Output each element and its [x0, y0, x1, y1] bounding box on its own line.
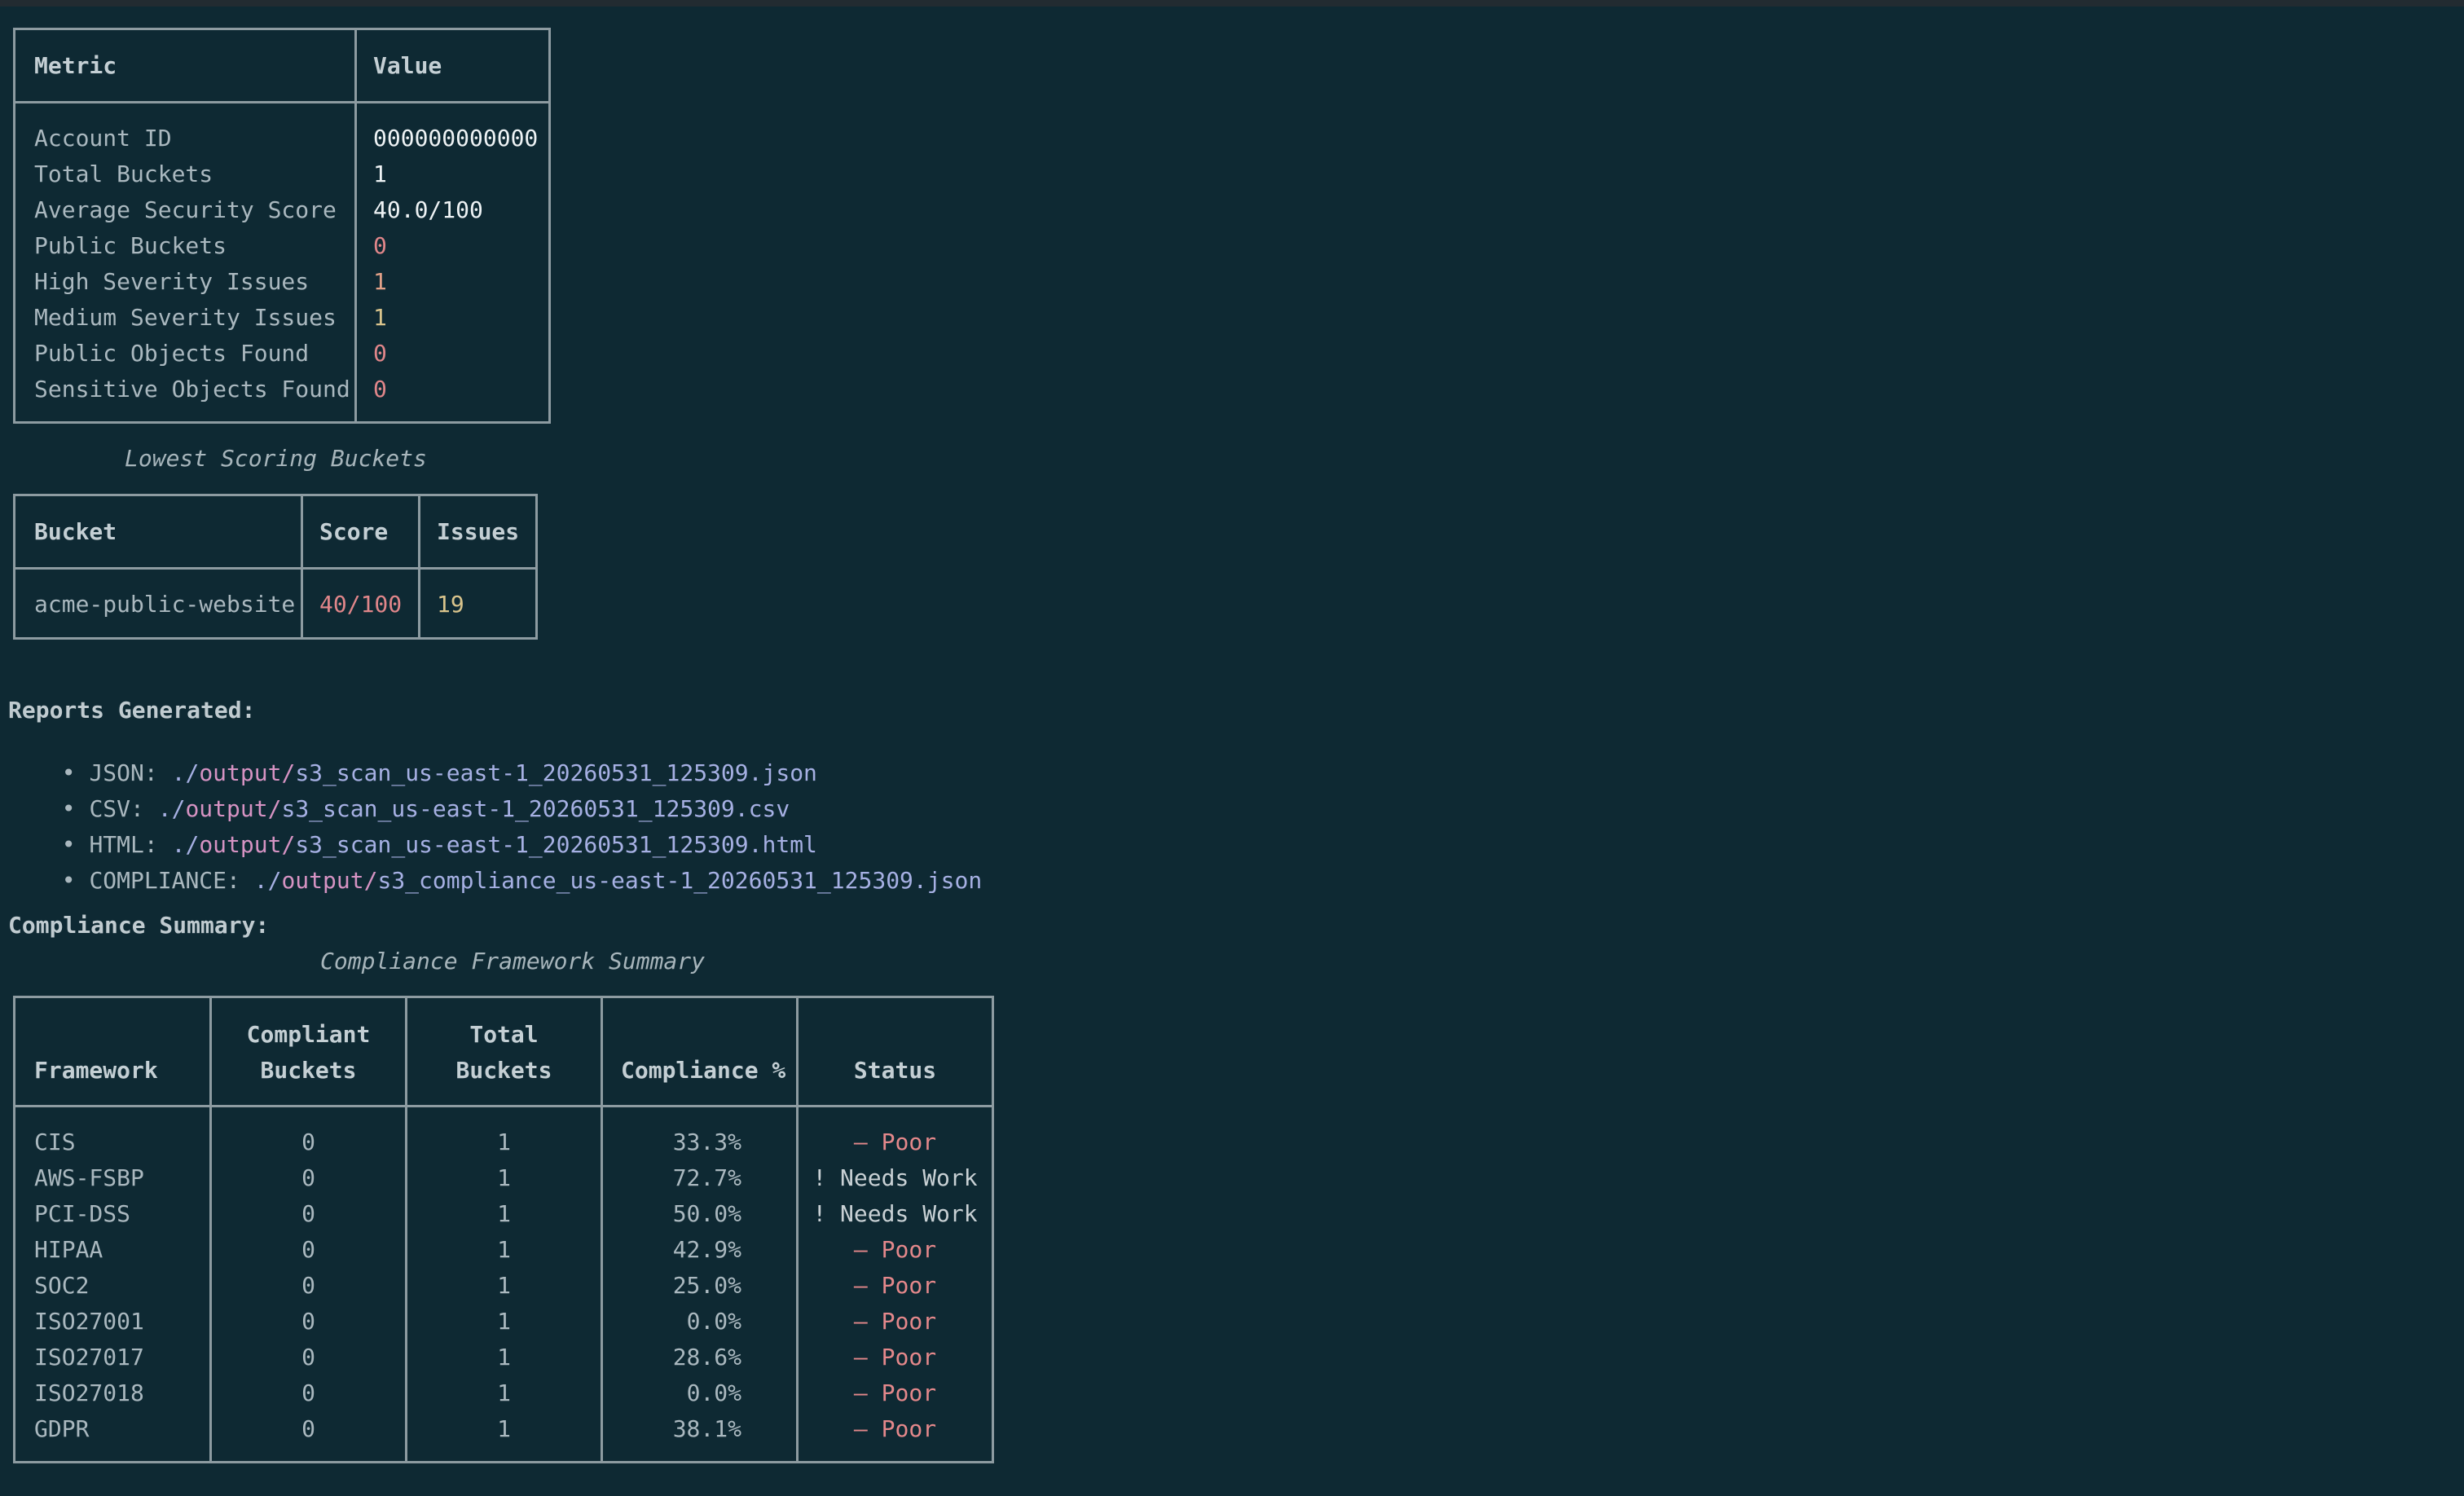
status-text: – Poor — [853, 1415, 937, 1442]
total-count: 1 — [497, 1415, 511, 1442]
report-item-compliance: • COMPLIANCE: ./output/s3_compliance_us-… — [34, 840, 982, 894]
framework-name: GDPR — [34, 1415, 90, 1442]
compliance-percent: 50.0% — [672, 1200, 741, 1227]
total-count: 1 — [497, 1308, 511, 1335]
summary-row-label: High Severity Issues — [34, 268, 310, 295]
total-count: 1 — [497, 1379, 511, 1406]
compliance-percent: 0.0% — [686, 1379, 741, 1406]
compliant-count: 0 — [301, 1415, 315, 1442]
summary-row-label: Public Objects Found — [34, 340, 310, 367]
lowest-header-score: Score — [319, 518, 389, 545]
summary-header-metric: Metric — [34, 52, 117, 79]
summary-header-divider — [15, 101, 548, 103]
summary-row-value: 1 — [373, 161, 387, 187]
compliant-count: 0 — [301, 1236, 315, 1263]
summary-column-divider — [354, 30, 357, 421]
compliance-percent: 33.3% — [672, 1129, 741, 1155]
lowest-caption: Lowest Scoring Buckets — [125, 445, 427, 472]
lowest-header-bucket: Bucket — [34, 518, 117, 545]
summary-row-label: Account ID — [34, 125, 172, 152]
compliant-count: 0 — [301, 1379, 315, 1406]
compliance-header-compliant: Compliant — [246, 1021, 371, 1048]
lowest-header-issues: Issues — [437, 518, 520, 545]
total-count: 1 — [497, 1129, 511, 1155]
reports-title: Reports Generated: — [8, 697, 256, 724]
lowest-row-issues: 19 — [437, 591, 464, 618]
framework-name: AWS-FSBP — [34, 1164, 144, 1191]
compliance-percent: 72.7% — [672, 1164, 741, 1191]
summary-row-label: Sensitive Objects Found — [34, 376, 350, 403]
compliant-count: 0 — [301, 1164, 315, 1191]
summary-row-value: 1 — [373, 268, 387, 295]
framework-name: CIS — [34, 1129, 76, 1155]
terminal-top-edge — [0, 0, 2464, 7]
bullet: • — [61, 867, 76, 894]
summary-table: Metric Value Account ID 000000000000 Tot… — [13, 28, 551, 424]
summary-row-value: 1 — [373, 304, 387, 331]
compliance-percent: 25.0% — [672, 1272, 741, 1299]
summary-row-value: 000000000000 — [373, 125, 539, 152]
compliance-header-total: Total — [469, 1021, 539, 1048]
compliance-header-percent: Compliance % — [621, 1057, 786, 1084]
status-text: – Poor — [853, 1236, 937, 1263]
total-count: 1 — [497, 1344, 511, 1371]
framework-name: HIPAA — [34, 1236, 103, 1263]
framework-name: PCI-DSS — [34, 1200, 131, 1227]
compliant-count: 0 — [301, 1308, 315, 1335]
compliance-header-status: Status — [853, 1057, 937, 1084]
compliance-percent: 28.6% — [672, 1344, 741, 1371]
compliance-header-framework: Framework — [34, 1057, 158, 1084]
summary-row-label: Medium Severity Issues — [34, 304, 337, 331]
summary-row-label: Average Security Score — [34, 196, 337, 223]
compliance-percent: 0.0% — [686, 1308, 741, 1335]
compliance-caption: Compliance Framework Summary — [320, 948, 706, 975]
summary-row-label: Total Buckets — [34, 161, 213, 187]
compliance-header-divider — [15, 1105, 992, 1107]
framework-name: ISO27018 — [34, 1379, 144, 1406]
report-label: COMPLIANCE: — [89, 867, 240, 894]
summary-row-value: 40.0/100 — [373, 196, 483, 223]
status-text: ! Needs Work — [812, 1164, 978, 1191]
lowest-header-divider — [15, 567, 535, 570]
status-text: – Poor — [853, 1308, 937, 1335]
status-text: – Poor — [853, 1129, 937, 1155]
compliant-count: 0 — [301, 1272, 315, 1299]
total-count: 1 — [497, 1164, 511, 1191]
status-text: – Poor — [853, 1272, 937, 1299]
compliance-header-compliant: Buckets — [260, 1057, 357, 1084]
report-path[interactable]: ./output/s3_compliance_us-east-1_2026053… — [254, 867, 982, 894]
framework-name: ISO27017 — [34, 1344, 144, 1371]
compliance-header-total: Buckets — [455, 1057, 552, 1084]
status-text: – Poor — [853, 1379, 937, 1406]
total-count: 1 — [497, 1236, 511, 1263]
compliant-count: 0 — [301, 1344, 315, 1371]
compliance-percent: 42.9% — [672, 1236, 741, 1263]
status-text: ! Needs Work — [812, 1200, 978, 1227]
summary-row-label: Public Buckets — [34, 232, 227, 259]
summary-header-value: Value — [373, 52, 442, 79]
total-count: 1 — [497, 1272, 511, 1299]
lowest-table: Bucket Score Issues acme-public-website … — [13, 494, 538, 640]
compliance-percent: 38.1% — [672, 1415, 741, 1442]
total-count: 1 — [497, 1200, 511, 1227]
summary-row-value: 0 — [373, 376, 387, 403]
lowest-row-bucket: acme-public-website — [34, 591, 296, 618]
compliant-count: 0 — [301, 1200, 315, 1227]
compliant-count: 0 — [301, 1129, 315, 1155]
compliance-title: Compliance Summary: — [8, 912, 270, 939]
summary-row-value: 0 — [373, 340, 387, 367]
compliance-table: Framework Compliant Buckets Total Bucket… — [13, 996, 994, 1463]
framework-name: SOC2 — [34, 1272, 90, 1299]
status-text: – Poor — [853, 1344, 937, 1371]
framework-name: ISO27001 — [34, 1308, 144, 1335]
lowest-row-score: 40/100 — [319, 591, 403, 618]
summary-row-value: 0 — [373, 232, 387, 259]
